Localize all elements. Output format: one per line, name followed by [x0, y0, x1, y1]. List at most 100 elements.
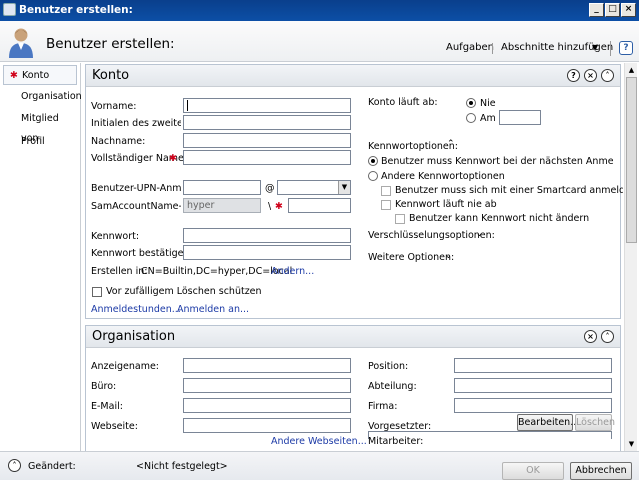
window-title: Benutzer erstellen: [19, 4, 133, 16]
required-icon: ✱ [10, 70, 18, 81]
konto-section: Konto ? × ˄ Vorname: Initialen des zweit… [85, 64, 623, 319]
nachname-input[interactable] [183, 133, 351, 148]
chevron-down-icon[interactable]: ⌄ [445, 251, 452, 260]
ablaufdatum-input[interactable] [499, 110, 541, 125]
upn-input[interactable] [183, 180, 261, 195]
firma-input[interactable] [454, 398, 612, 413]
webseite-input[interactable] [183, 418, 351, 433]
nie-radio[interactable] [466, 98, 476, 108]
bearbeiten-button[interactable]: Bearbeiten... [517, 414, 579, 431]
position-input[interactable] [454, 358, 612, 373]
erstellen-in-value: CN=Builtin,DC=hyper,DC=local [141, 266, 293, 277]
header: Benutzer erstellen: Aufgaben Abschnitte … [0, 21, 639, 62]
content-area: Konto ? × ˄ Vorname: Initialen des zweit… [82, 63, 623, 451]
section-title: Konto [92, 68, 130, 83]
footer: ˄ Geändert: <Nicht festgelegt> OK Abbrec… [0, 451, 639, 480]
email-label: E-Mail: [91, 401, 123, 412]
nav-item-organisation[interactable]: Organisation [3, 87, 82, 107]
close-button[interactable]: × [621, 3, 636, 17]
text-caret [187, 100, 188, 111]
collapse-icon[interactable]: ˄ [601, 330, 614, 343]
smartcard-checkbox[interactable] [381, 186, 391, 196]
expand-icon[interactable]: ˄ [8, 459, 21, 472]
kennwort-aendern-radio[interactable] [368, 156, 378, 166]
weitere-optionen-label: Weitere Optionen: [368, 252, 455, 263]
kennwortoptionen-label: Kennwortoptionen: [368, 141, 458, 152]
schutz-checkbox[interactable] [92, 287, 102, 297]
vertical-scrollbar[interactable]: ▲ ▼ [624, 63, 637, 451]
organisation-section: Organisation × ˄ Anzeigename: Büro: E-Ma… [85, 325, 621, 451]
page-title: Benutzer erstellen: [46, 36, 175, 52]
nav-item-mitglied-von[interactable]: Mitglied von [3, 109, 77, 144]
kennwort-label: Kennwort: [91, 231, 140, 242]
scrollbar-thumb[interactable] [626, 77, 637, 243]
tasks-link[interactable]: Aufgaben [446, 42, 494, 53]
close-section-icon[interactable]: × [584, 69, 597, 82]
abbrechen-button[interactable]: Abbrechen [570, 462, 632, 480]
ok-button[interactable]: OK [502, 462, 564, 480]
maximize-button[interactable]: □ [605, 3, 620, 17]
konto-section-header: Konto ? × ˄ [86, 65, 620, 87]
initialen-input[interactable] [183, 115, 351, 130]
am-radio[interactable] [466, 113, 476, 123]
anmeldestunden-link[interactable]: Anmeldestunden... [91, 304, 181, 315]
minimize-button[interactable]: _ [589, 3, 604, 17]
help-icon[interactable]: ? [567, 69, 580, 82]
nicht-aendern-checkbox[interactable] [395, 214, 405, 224]
email-input[interactable] [183, 398, 351, 413]
buero-input[interactable] [183, 378, 351, 393]
kennwort-bestaetigen-input[interactable] [183, 245, 351, 260]
abteilung-label: Abteilung: [368, 381, 417, 392]
andere-optionen-radio[interactable] [368, 171, 378, 181]
konto-laeuft-ab-label: Konto läuft ab: [368, 97, 438, 108]
abteilung-input[interactable] [454, 378, 612, 393]
sam-domain-input: hyper [183, 198, 261, 213]
samaccountname-label: SamAccountName-A... [91, 201, 181, 212]
smartcard-label: Benutzer muss sich mit einer Smartcard a… [395, 185, 623, 196]
scroll-down-arrow-icon[interactable]: ▼ [626, 438, 637, 450]
kennwort-bestaetigen-label: Kennwort bestätigen: [91, 248, 193, 259]
webseite-label: Webseite: [91, 421, 138, 432]
user-avatar-icon [9, 28, 33, 58]
nav-item-konto[interactable]: ✱ Konto [3, 65, 77, 85]
vorname-input[interactable] [183, 98, 351, 113]
mitarbeiter-label: Mitarbeiter: [368, 436, 424, 447]
nav-item-profil[interactable]: Profil [3, 132, 77, 152]
section-title: Organisation [92, 329, 176, 344]
anzeigename-label: Anzeigename: [91, 361, 160, 372]
nie-label: Nie [480, 98, 496, 109]
help-icon[interactable]: ? [619, 41, 633, 55]
samaccountname-input[interactable] [288, 198, 351, 213]
am-label: Am [480, 113, 496, 124]
chevron-down-icon[interactable]: ▼ [592, 43, 598, 52]
scroll-up-arrow-icon[interactable]: ▲ [626, 64, 637, 76]
geaendert-value: <Nicht festgelegt> [136, 461, 228, 472]
chevron-down-icon[interactable]: ⌄ [476, 229, 483, 238]
nie-ab-label: Kennwort läuft nie ab [395, 199, 497, 210]
nachname-label: Nachname: [91, 136, 146, 147]
organisation-section-header: Organisation × ˄ [86, 326, 620, 348]
erstellen-in-label: Erstellen in: [91, 266, 148, 277]
anmelden-an-link[interactable]: Anmelden an... [177, 304, 249, 315]
anzeigename-input[interactable] [183, 358, 351, 373]
required-icon: ✱ [275, 201, 283, 212]
aendern-link[interactable]: Ändern... [271, 266, 314, 277]
upn-domain-select[interactable]: ▼ [277, 180, 351, 195]
nie-ab-checkbox[interactable] [381, 200, 391, 210]
andere-optionen-label: Andere Kennwortoptionen [381, 171, 505, 182]
vollstaendiger-name-input[interactable] [183, 150, 351, 165]
geaendert-label: Geändert: [28, 461, 76, 472]
loeschen-button: Löschen [575, 414, 615, 431]
chevron-up-icon[interactable]: ⌃ [447, 139, 455, 149]
section-navigation: ✱ Konto Organisation Mitglied von Profil [0, 63, 82, 451]
vorname-label: Vorname: [91, 101, 137, 112]
andere-webseiten-link[interactable]: Andere Webseiten... [271, 436, 367, 447]
at-symbol: @ [265, 183, 275, 194]
nav-item-label: Konto [22, 70, 50, 81]
dropdown-arrow-icon[interactable]: ▼ [338, 181, 350, 194]
backslash-separator: \ [268, 201, 272, 212]
required-icon: ✱ [169, 153, 177, 164]
close-section-icon[interactable]: × [584, 330, 597, 343]
collapse-icon[interactable]: ˄ [601, 69, 614, 82]
kennwort-input[interactable] [183, 228, 351, 243]
